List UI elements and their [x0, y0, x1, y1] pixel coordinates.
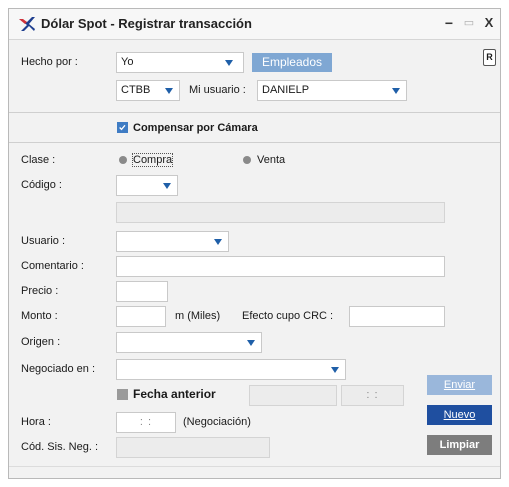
monto-input[interactable] — [116, 306, 166, 327]
minimize-button[interactable]: − — [441, 13, 457, 33]
negociado-select[interactable] — [116, 359, 346, 380]
hora-note-label: (Negociación) — [183, 416, 251, 428]
fecha-date-field — [249, 385, 337, 406]
clase-label: Clase : — [21, 154, 56, 166]
fecha-anterior-checkbox[interactable] — [117, 389, 128, 400]
usuario-label: Usuario : — [21, 235, 66, 247]
hecho-por-select[interactable]: Yo — [116, 52, 244, 73]
chevron-down-icon — [165, 88, 173, 94]
codigo-label: Código : — [21, 179, 62, 191]
mi-usuario-select[interactable]: DANIELP — [257, 80, 407, 101]
status-separator — [9, 466, 500, 467]
close-button[interactable]: X — [481, 13, 497, 33]
chevron-down-icon — [214, 239, 222, 245]
codigo-descripcion-field — [116, 202, 445, 223]
precio-label: Precio : — [21, 285, 59, 297]
report-icon-glyph: R — [486, 52, 493, 62]
empleados-button[interactable]: Empleados — [252, 53, 332, 72]
monto-label: Monto : — [21, 310, 58, 322]
monto-unit-label: m (Miles) — [175, 310, 221, 322]
compra-label[interactable]: Compra — [131, 153, 174, 167]
venta-label[interactable]: Venta — [257, 154, 285, 166]
compra-radio[interactable] — [119, 156, 127, 164]
checkmark-icon — [119, 124, 126, 131]
comentario-label: Comentario : — [21, 260, 84, 272]
venta-radio[interactable] — [243, 156, 251, 164]
nuevo-button[interactable]: Nuevo — [427, 405, 492, 425]
chevron-down-icon — [331, 367, 339, 373]
compensar-checkbox[interactable] — [117, 122, 128, 133]
negociado-label: Negociado en : — [21, 363, 95, 375]
precio-input[interactable] — [116, 281, 168, 302]
fecha-anterior-label: Fecha anterior — [133, 387, 216, 401]
window-title: Dólar Spot - Registrar transacción — [41, 16, 252, 31]
separator — [9, 112, 500, 113]
fecha-time-field: : : — [341, 385, 404, 406]
chevron-down-icon — [163, 183, 171, 189]
dolar-spot-window: Dólar Spot - Registrar transacción − ▭ X… — [8, 8, 501, 479]
hora-value: : : — [139, 416, 153, 428]
chevron-down-icon — [392, 88, 400, 94]
enviar-button[interactable]: Enviar — [427, 375, 492, 395]
cuenta-select[interactable]: CTBB — [116, 80, 180, 101]
fecha-time-value: : : — [366, 389, 379, 401]
origen-select[interactable] — [116, 332, 262, 353]
cod-sis-neg-label: Cód. Sis. Neg. : — [21, 441, 99, 453]
limpiar-button[interactable]: Limpiar — [427, 435, 492, 455]
hecho-por-value: Yo — [121, 56, 134, 68]
separator — [9, 142, 500, 143]
title-bar[interactable]: Dólar Spot - Registrar transacción − ▭ X — [9, 9, 500, 40]
app-logo-icon — [19, 17, 35, 31]
report-icon[interactable]: R — [483, 49, 496, 66]
cod-sis-neg-field — [116, 437, 270, 458]
origen-label: Origen : — [21, 336, 61, 348]
mi-usuario-label: Mi usuario : — [189, 84, 246, 96]
efecto-cupo-field[interactable] — [349, 306, 445, 327]
hora-input[interactable]: : : — [116, 412, 176, 433]
efecto-cupo-label: Efecto cupo CRC : — [242, 310, 334, 322]
usuario-select[interactable] — [116, 231, 229, 252]
compensar-label: Compensar por Cámara — [133, 122, 258, 134]
hora-label: Hora : — [21, 416, 51, 428]
maximize-button[interactable]: ▭ — [461, 13, 477, 33]
comentario-input[interactable] — [116, 256, 445, 277]
chevron-down-icon — [225, 60, 233, 66]
cuenta-value: CTBB — [121, 84, 151, 96]
chevron-down-icon — [247, 340, 255, 346]
hecho-por-label: Hecho por : — [21, 56, 78, 68]
codigo-select[interactable] — [116, 175, 178, 196]
mi-usuario-value: DANIELP — [262, 84, 310, 96]
